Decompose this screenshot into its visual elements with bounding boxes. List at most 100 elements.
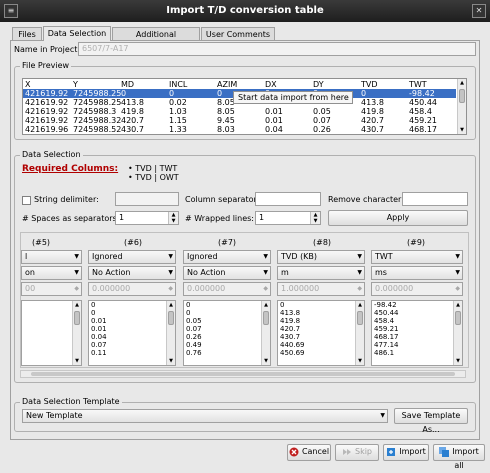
spin-value: 1.000000 (281, 284, 320, 293)
scroll-thumb[interactable] (263, 311, 269, 325)
scroll-thumb[interactable] (31, 372, 455, 376)
column-5-values-list[interactable]: ▲ ▼ (21, 300, 82, 366)
col-header-dy[interactable]: DY (313, 80, 324, 89)
spaces-separators-label: # Spaces as separators: (22, 214, 120, 223)
list-scrollbar[interactable]: ▲ ▼ (453, 301, 462, 365)
cell: 459.21 (409, 116, 437, 125)
list-item: 458.4 (374, 317, 395, 325)
close-icon[interactable]: ✕ (472, 4, 486, 18)
spin-arrows-icon[interactable]: ▲ ▼ (168, 212, 178, 224)
column-9-values-list[interactable]: -98.42 450.44 458.4 459.21 468.17 477.14… (371, 300, 463, 366)
table-row[interactable]: 421619.92 7245988.3 419.8 1.03 8.05 0.01… (23, 107, 456, 116)
spin-value: 00 (25, 284, 36, 293)
list-item: 0.07 (91, 341, 107, 349)
scroll-down-icon[interactable]: ▼ (262, 357, 270, 365)
scroll-thumb[interactable] (74, 311, 80, 325)
scroll-up-icon[interactable]: ▲ (167, 301, 175, 309)
column-separator-input[interactable] (255, 192, 321, 206)
spin-value: 0.000000 (187, 284, 226, 293)
scroll-up-icon[interactable]: ▲ (458, 79, 466, 87)
list-scrollbar[interactable]: ▲ ▼ (166, 301, 175, 365)
scroll-up-icon[interactable]: ▲ (262, 301, 270, 309)
save-template-button[interactable]: Save Template As... (394, 408, 468, 434)
cell: 421619.96 (25, 125, 69, 134)
list-scrollbar[interactable]: ▲ ▼ (355, 301, 364, 365)
list-item: 486.1 (374, 349, 395, 357)
col-header-x[interactable]: X (25, 80, 30, 89)
col-header-azim[interactable]: AZIM (217, 80, 237, 89)
list-scrollbar[interactable]: ▲ ▼ (261, 301, 270, 365)
title-bar: ≡ Import T/D conversion table ✕ (0, 0, 490, 22)
remove-character-input[interactable] (402, 192, 468, 206)
tab-data-selection[interactable]: Data Selection (43, 26, 111, 41)
required-columns-label: Required Columns: (22, 164, 119, 174)
import-icon (387, 447, 396, 456)
file-preview-title: File Preview (20, 61, 72, 70)
column-6-action-combo[interactable]: No Action ▼ (88, 266, 176, 280)
col-header-tvd[interactable]: TVD (361, 80, 378, 89)
scroll-up-icon[interactable]: ▲ (73, 301, 81, 309)
scroll-down-icon[interactable]: ▼ (454, 357, 462, 365)
col-header-twt[interactable]: TWT (409, 80, 427, 89)
column-8-type-combo[interactable]: TVD (KB) ▼ (277, 250, 365, 264)
scroll-down-icon[interactable]: ▼ (356, 357, 364, 365)
scroll-thumb[interactable] (357, 311, 363, 325)
column-9-unit-combo[interactable]: ms ▼ (371, 266, 463, 280)
tab-files[interactable]: Files (12, 27, 42, 41)
wrapped-lines-spinbox[interactable]: 1 ▲ ▼ (255, 211, 321, 225)
column-8-scale-spinbox: 1.000000 ◆ (277, 282, 365, 296)
column-7-values-list[interactable]: 0 0 0.05 0.07 0.26 0.49 0.76 ▲ ▼ (183, 300, 271, 366)
list-item: 0 (91, 301, 96, 309)
scroll-down-icon[interactable]: ▼ (458, 126, 466, 134)
tab-user-comments[interactable]: User Comments (201, 27, 275, 41)
scroll-down-icon[interactable]: ▼ (167, 357, 175, 365)
column-8-values-list[interactable]: 0 413.8 419.8 420.7 430.7 440.69 450.69 … (277, 300, 365, 366)
column-5-action-combo[interactable]: on ▼ (21, 266, 82, 280)
scroll-thumb[interactable] (168, 311, 174, 325)
column-5-type-combo[interactable]: l ▼ (21, 250, 82, 264)
scroll-thumb[interactable] (455, 311, 461, 325)
column-7-type-combo[interactable]: Ignored ▼ (183, 250, 271, 264)
col-header-md[interactable]: MD (121, 80, 134, 89)
spin-arrows-icon: ◆ (74, 285, 79, 292)
data-selection-title: Data Selection (20, 150, 83, 159)
scroll-down-icon[interactable]: ▼ (73, 357, 81, 365)
cell: 0.04 (265, 125, 283, 134)
cell: 7245988.32 (73, 116, 122, 125)
remove-character-label: Remove character: (328, 195, 404, 204)
column-9-type-combo[interactable]: TWT ▼ (371, 250, 463, 264)
column-8-unit-combo[interactable]: m ▼ (277, 266, 365, 280)
scroll-thumb[interactable] (459, 89, 465, 103)
cancel-button[interactable]: Cancel (287, 444, 331, 461)
preview-scrollbar[interactable]: ▲ ▼ (457, 79, 466, 134)
window-title: Import T/D conversion table (166, 5, 324, 16)
list-item: 468.17 (374, 333, 399, 341)
spaces-separators-spinbox[interactable]: 1 ▲ ▼ (115, 211, 179, 225)
column-6-type-combo[interactable]: Ignored ▼ (88, 250, 176, 264)
scroll-up-icon[interactable]: ▲ (454, 301, 462, 309)
tab-additional-parameters[interactable]: Additional Parameters (112, 27, 200, 52)
column-5-scale-spinbox: 00 ◆ (21, 282, 82, 296)
combo-value: No Action (187, 268, 226, 277)
required-option-1: • TVD | TWT (128, 164, 178, 173)
col-header-incl[interactable]: INCL (169, 80, 187, 89)
spin-arrows-icon[interactable]: ▲ ▼ (310, 212, 320, 224)
file-preview-table: X Y MD INCL AZIM DX DY TVD TWT 421619.92… (22, 78, 467, 135)
columns-horizontal-scrollbar[interactable] (20, 370, 466, 378)
col-header-dx[interactable]: DX (265, 80, 277, 89)
import-button[interactable]: Import (383, 444, 429, 461)
scroll-up-icon[interactable]: ▲ (356, 301, 364, 309)
table-row[interactable]: 421619.96 7245988.52 430.7 1.33 8.03 0.0… (23, 125, 456, 134)
string-delimiter-checkbox[interactable] (22, 196, 31, 205)
apply-button[interactable]: Apply (328, 210, 468, 226)
column-7-action-combo[interactable]: No Action ▼ (183, 266, 271, 280)
list-item: 0.04 (91, 333, 107, 341)
chevron-down-icon: ▼ (380, 412, 385, 419)
template-combo[interactable]: New Template ▼ (22, 409, 388, 423)
list-scrollbar[interactable]: ▲ ▼ (72, 301, 81, 365)
cell: 7245988.3 (73, 107, 117, 116)
table-row[interactable]: 421619.92 7245988.32 420.7 1.15 9.45 0.0… (23, 116, 456, 125)
col-header-y[interactable]: Y (73, 80, 78, 89)
import-all-button[interactable]: Import all (433, 444, 485, 470)
column-6-values-list[interactable]: 0 0 0.01 0.01 0.04 0.07 0.11 ▲ ▼ (88, 300, 176, 366)
